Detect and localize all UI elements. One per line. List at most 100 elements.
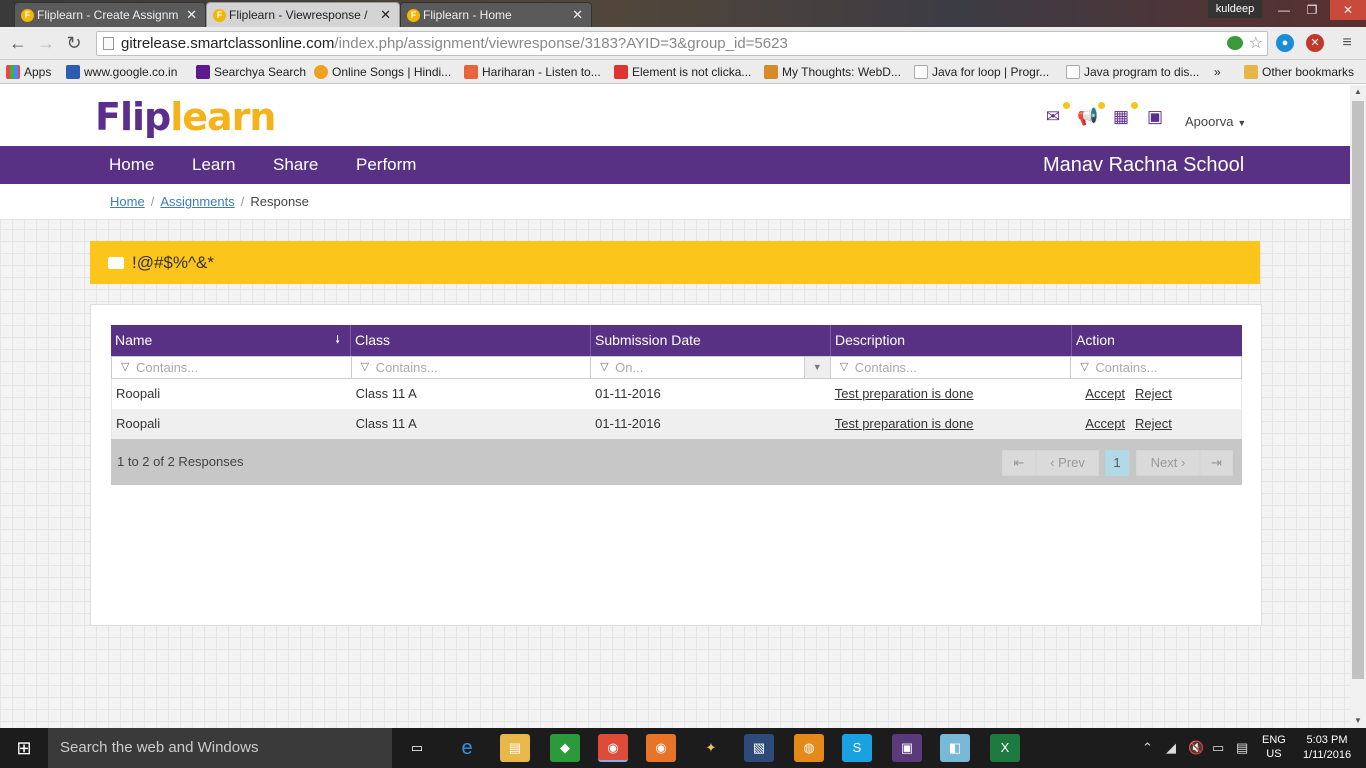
bookmark-item[interactable]: Searchya Search	[196, 63, 306, 81]
address-bar[interactable]: gitrelease.smartclassonline.com/index.ph…	[96, 31, 1268, 56]
close-tab-icon[interactable]: ✕	[380, 7, 391, 23]
browser-profile-button[interactable]: kuldeep	[1208, 0, 1262, 18]
calendar-icon[interactable]: ▦	[1110, 102, 1138, 126]
skype-icon[interactable]: S	[842, 734, 872, 762]
column-header-description[interactable]: Description	[831, 325, 1072, 356]
last-page-button[interactable]: ⇥	[1200, 450, 1233, 476]
tab-title: Fliplearn - Home	[423, 8, 512, 22]
filter-icon: ▽	[121, 361, 130, 373]
bookmark-item[interactable]: Online Songs | Hindi...	[314, 63, 451, 81]
grid-header: Name 🠗 Class Submission Date Description …	[111, 325, 1242, 356]
forward-arrow-icon[interactable]: →	[34, 32, 58, 54]
app-icon[interactable]: ▣	[892, 734, 922, 762]
cell-class: Class 11 A	[355, 386, 417, 401]
bookmark-item[interactable]: Java program to dis...	[1066, 63, 1199, 81]
vertical-scrollbar[interactable]: ▲ ▼	[1350, 85, 1366, 728]
nav-perform[interactable]: Perform	[356, 146, 416, 184]
windows-start-icon[interactable]: ⊞	[0, 728, 48, 768]
bookmark-favicon-icon	[66, 65, 80, 79]
chrome-icon[interactable]: ◉	[598, 734, 628, 762]
excel-icon[interactable]: X	[990, 734, 1020, 762]
battery-icon[interactable]: ▭	[1212, 740, 1224, 756]
filter-class-input[interactable]: ▽ Contains...	[352, 357, 592, 378]
scroll-up-icon[interactable]: ▲	[1350, 85, 1366, 99]
scroll-down-icon[interactable]: ▼	[1350, 714, 1366, 728]
task-view-icon[interactable]: ▭	[402, 734, 432, 762]
filter-description-input[interactable]: ▽ Contains...	[831, 357, 1072, 378]
chevron-up-icon[interactable]: ⌃	[1142, 740, 1153, 756]
close-tab-icon[interactable]: ✕	[186, 7, 197, 23]
taskbar-search-box[interactable]: Search the web and Windows	[48, 728, 392, 768]
column-header-date[interactable]: Submission Date	[591, 325, 831, 356]
gallery-icon[interactable]: ▣	[1144, 108, 1166, 126]
megaphone-icon[interactable]: 📢	[1077, 102, 1105, 126]
close-tab-icon[interactable]: ✕	[572, 7, 583, 23]
filter-date-input[interactable]: ▽ On... ▼	[591, 357, 831, 378]
fliplearn-logo[interactable]: Fliplearn	[95, 95, 276, 139]
app-icon[interactable]: ◆	[550, 734, 580, 762]
taskbar-clock[interactable]: 5:03 PM 1/11/2016	[1296, 733, 1358, 763]
restore-icon[interactable]: ❐	[1298, 0, 1326, 20]
column-header-action[interactable]: Action	[1072, 325, 1242, 356]
column-header-name[interactable]: Name 🠗	[111, 325, 351, 356]
other-bookmarks[interactable]: Other bookmarks	[1244, 63, 1354, 81]
page-1-button[interactable]: 1	[1105, 450, 1129, 476]
nav-share[interactable]: Share	[273, 146, 318, 184]
wifi-icon[interactable]: ◢	[1166, 740, 1176, 756]
bookmark-item[interactable]: My Thoughts: WebD...	[764, 63, 901, 81]
description-link[interactable]: Test preparation is done	[835, 386, 974, 401]
prev-page-button[interactable]: ‹ Prev	[1036, 450, 1099, 476]
app-icon[interactable]: ◍	[794, 734, 824, 762]
filter-action-input[interactable]: ▽ Contains...	[1071, 357, 1241, 378]
app-icon[interactable]: ▧	[744, 734, 774, 762]
user-menu[interactable]: Apoorva ▼	[1185, 114, 1246, 129]
breadcrumb-assignments[interactable]: Assignments	[160, 194, 234, 209]
bookmarks-overflow-button[interactable]: »	[1214, 63, 1221, 81]
nav-home[interactable]: Home	[109, 146, 154, 184]
action-center-icon[interactable]: ▤	[1236, 740, 1248, 756]
app-icon[interactable]: ◧	[940, 734, 970, 762]
filter-icon: ▽	[1080, 361, 1089, 373]
app-icon[interactable]: ✦	[696, 734, 726, 762]
scrollbar-thumb[interactable]	[1352, 101, 1364, 679]
browser-tab[interactable]: F Fliplearn - Create Assignm ✕	[14, 2, 206, 27]
bookmark-item[interactable]: www.google.co.in	[66, 63, 177, 81]
description-link[interactable]: Test preparation is done	[835, 416, 974, 431]
file-explorer-icon[interactable]: ▤	[500, 734, 530, 762]
notification-dot	[1098, 102, 1105, 109]
edge-icon[interactable]: e	[452, 734, 482, 762]
notification-dot	[1063, 102, 1070, 109]
next-page-button[interactable]: Next ›	[1136, 450, 1200, 476]
chrome-menu-icon[interactable]: ≡	[1338, 34, 1356, 52]
bookmark-apps[interactable]: Apps	[6, 63, 51, 81]
extension-icon[interactable]: ●	[1276, 34, 1294, 52]
firefox-icon[interactable]: ◉	[646, 734, 676, 762]
bookmark-favicon-icon	[314, 65, 328, 79]
reject-link[interactable]: Reject	[1135, 416, 1172, 431]
dropdown-arrow-icon[interactable]: ▼	[803, 357, 830, 378]
volume-muted-icon[interactable]: 🔇	[1188, 740, 1204, 756]
accept-link[interactable]: Accept	[1085, 386, 1125, 401]
minimize-icon[interactable]: —	[1270, 0, 1298, 20]
extension-icon[interactable]	[1227, 36, 1243, 50]
first-page-button[interactable]: ⇤	[1002, 450, 1036, 476]
bookmark-item[interactable]: Java for loop | Progr...	[914, 63, 1049, 81]
extension-icon[interactable]: ✕	[1306, 34, 1324, 52]
breadcrumb-home[interactable]: Home	[110, 194, 145, 209]
accept-link[interactable]: Accept	[1085, 416, 1125, 431]
window-close-icon[interactable]: ✕	[1330, 0, 1366, 20]
bookmark-item[interactable]: Element is not clicka...	[614, 63, 751, 81]
mail-icon[interactable]: ✉	[1042, 102, 1070, 126]
language-indicator[interactable]: ENG US	[1262, 733, 1286, 761]
nav-learn[interactable]: Learn	[192, 146, 235, 184]
back-arrow-icon[interactable]: ←	[6, 32, 30, 54]
reject-link[interactable]: Reject	[1135, 386, 1172, 401]
bookmark-star-icon[interactable]: ☆	[1249, 32, 1263, 55]
filter-name-input[interactable]: ▽ Contains...	[112, 357, 352, 378]
column-header-class[interactable]: Class	[351, 325, 591, 356]
table-row: Roopali Class 11 A 01-11-2016 Test prepa…	[111, 379, 1242, 409]
browser-tab-active[interactable]: F Fliplearn - Viewresponse / ✕	[206, 2, 400, 27]
bookmark-item[interactable]: Hariharan - Listen to...	[464, 63, 601, 81]
reload-icon[interactable]: ↻	[62, 32, 86, 54]
browser-tab[interactable]: F Fliplearn - Home ✕	[400, 2, 592, 27]
